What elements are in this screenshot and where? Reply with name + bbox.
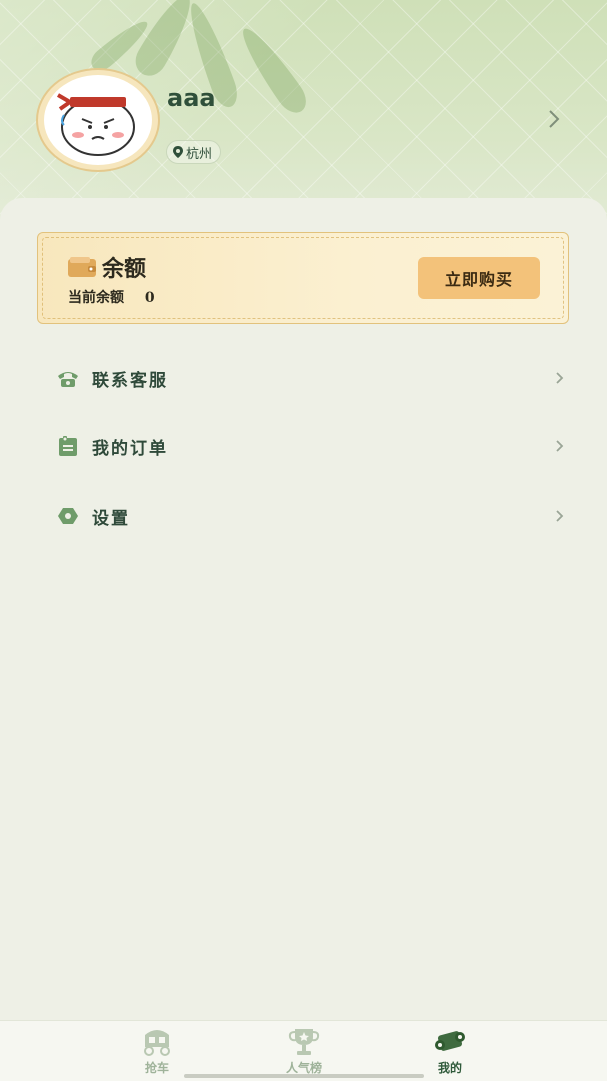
carriage-icon (144, 1030, 170, 1056)
current-balance: 当前余额 0 (68, 287, 171, 307)
location-pin-icon (173, 146, 183, 158)
current-balance-label: 当前余额 (68, 290, 124, 306)
current-balance-value: 0 (144, 290, 155, 306)
balance-card: 余额 当前余额 0 立即购买 (37, 232, 569, 324)
username: aaa (167, 84, 216, 112)
location-text: 杭州 (186, 146, 213, 162)
location-badge: 杭州 (166, 140, 222, 164)
profile-chevron-icon[interactable] (548, 109, 560, 129)
wallet-icon (68, 257, 96, 277)
avatar-image (44, 75, 152, 165)
menu-item-label: 我的订单 (92, 438, 168, 459)
trophy-icon (288, 1029, 320, 1055)
tab-grab-car[interactable]: 抢车 (117, 1027, 197, 1077)
chevron-right-icon (556, 510, 564, 522)
menu-item-label: 设置 (92, 508, 130, 529)
tab-popularity[interactable]: 人气榜 (264, 1027, 344, 1077)
chevron-right-icon (556, 372, 564, 384)
tab-bar: 抢车 人气榜 我的 (0, 1020, 607, 1081)
chevron-right-icon (556, 440, 564, 452)
menu-item-settings[interactable]: 设置 (36, 494, 570, 538)
buy-now-button[interactable]: 立即购买 (418, 257, 540, 299)
avatar[interactable] (36, 68, 160, 172)
phone-icon (58, 372, 78, 387)
home-indicator (184, 1074, 424, 1078)
balance-title: 余额 (102, 256, 147, 282)
order-icon (59, 436, 77, 456)
tab-mine[interactable]: 我的 (410, 1027, 490, 1077)
menu-item-label: 联系客服 (92, 370, 168, 391)
scroll-icon (435, 1031, 465, 1051)
settings-icon (58, 508, 78, 524)
menu-item-customer-service[interactable]: 联系客服 (36, 356, 570, 400)
menu-item-my-orders[interactable]: 我的订单 (36, 424, 570, 468)
